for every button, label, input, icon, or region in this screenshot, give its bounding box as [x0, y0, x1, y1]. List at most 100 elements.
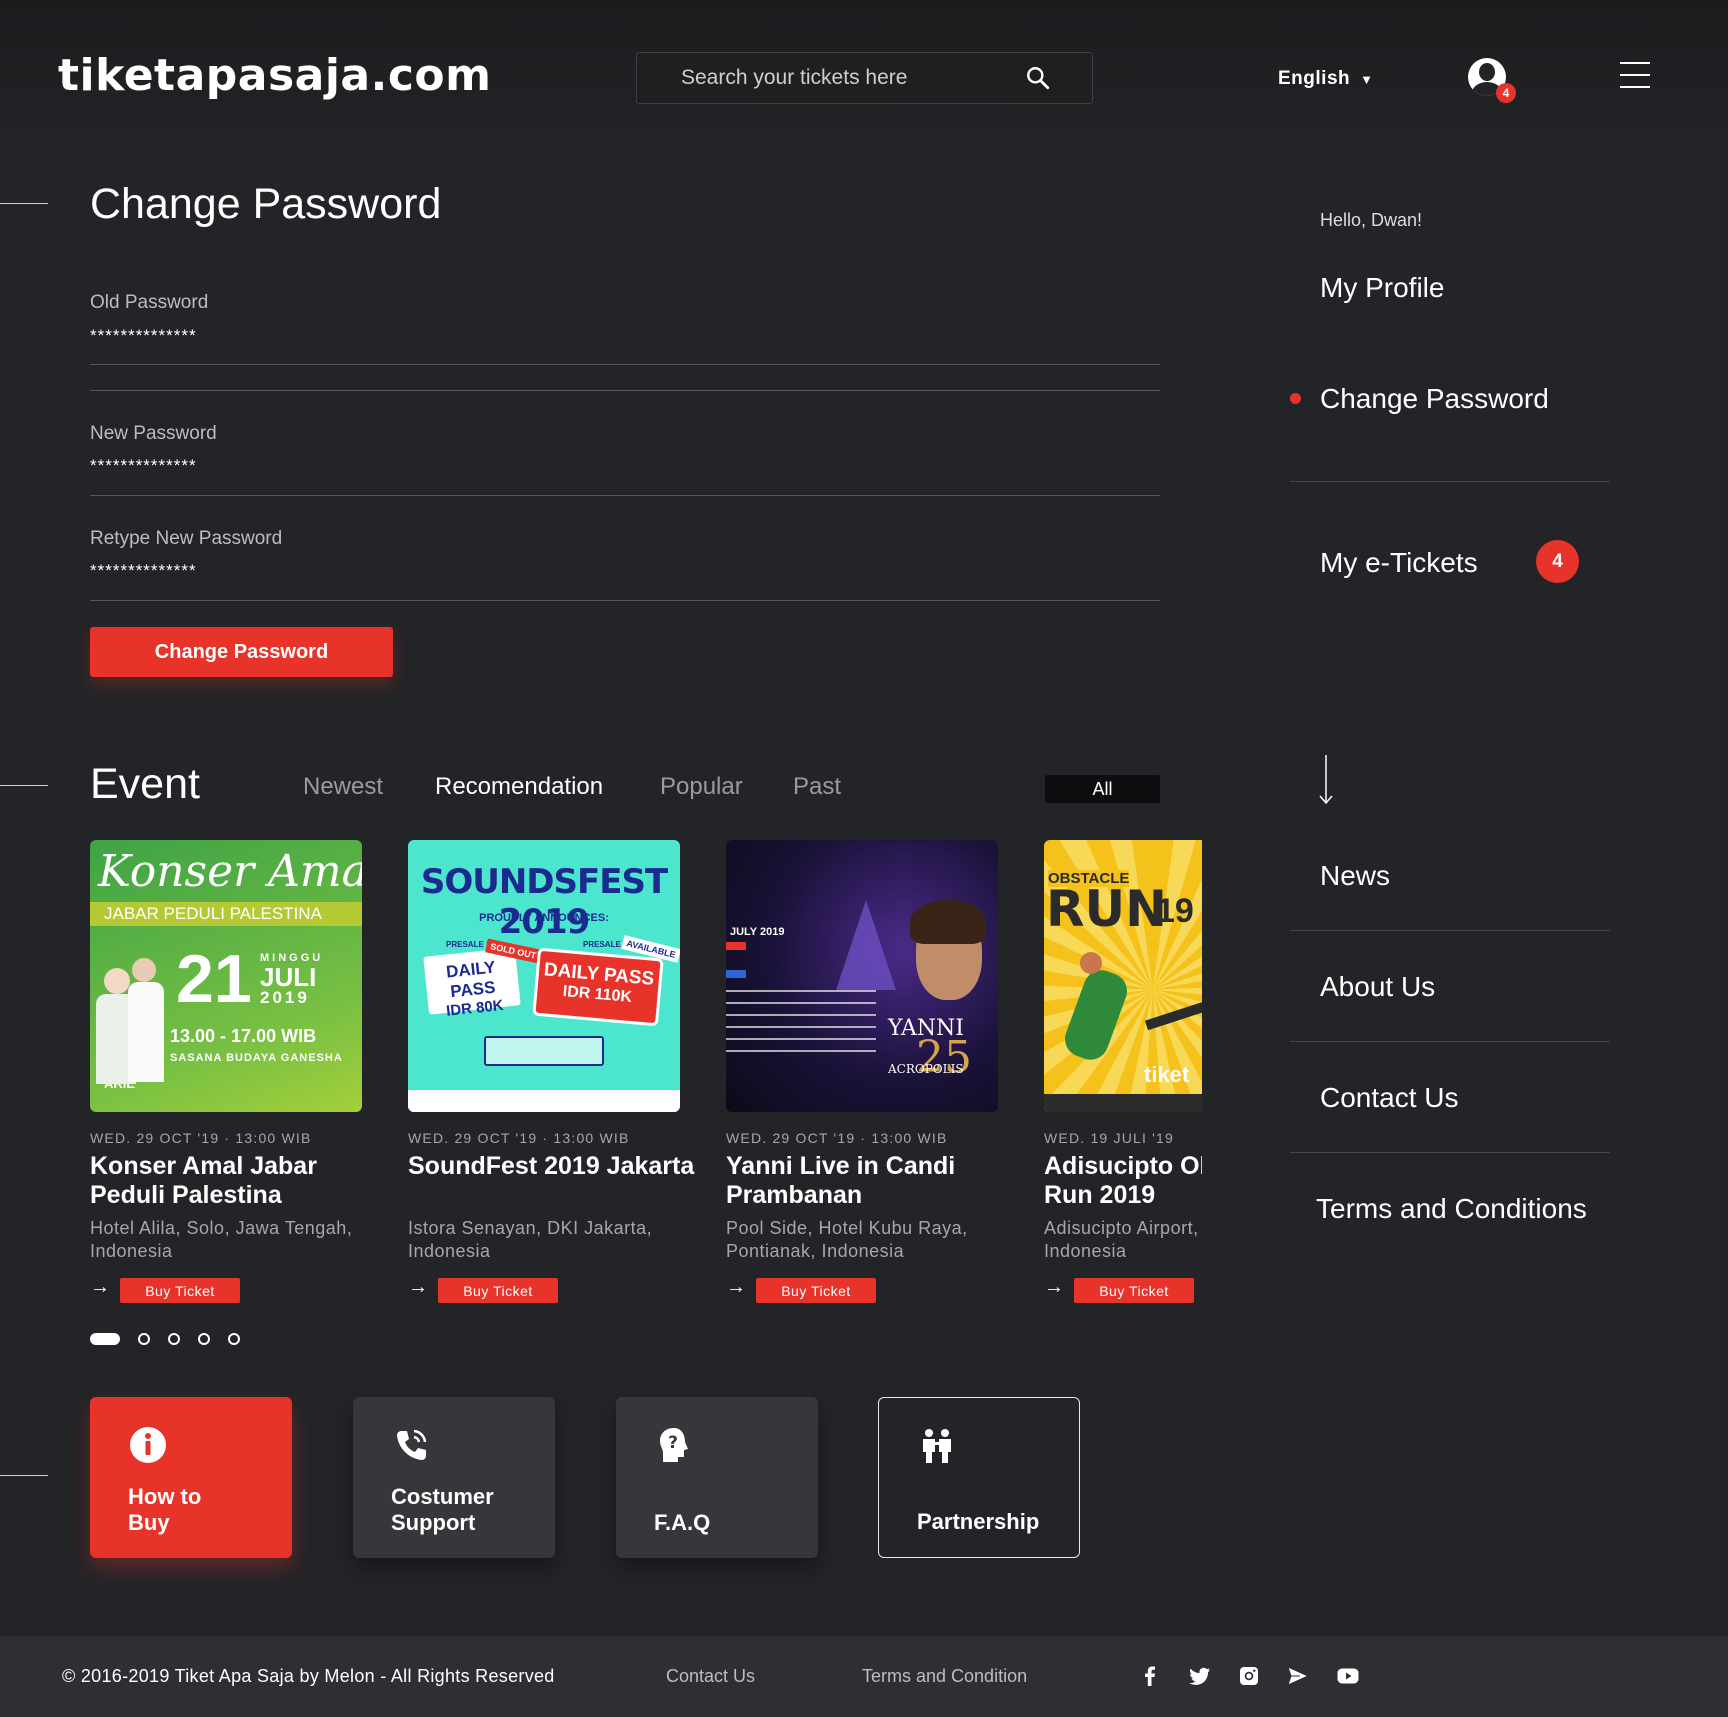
faq-tile[interactable]: ? F.A.Q	[616, 1397, 818, 1558]
event-title[interactable]: SoundFest 2019 Jakarta	[408, 1152, 698, 1181]
tile-label: Costumer Support	[391, 1484, 494, 1535]
search-box	[636, 52, 1093, 104]
divider	[90, 364, 1160, 365]
event-date: WED. 19 JULI '19	[1044, 1130, 1175, 1146]
site-logo[interactable]: tiketapasaja.com	[58, 50, 491, 101]
events-title: Event	[90, 760, 200, 808]
menu-item-my-profile[interactable]: My Profile	[1320, 272, 1444, 304]
section-marker	[0, 1475, 48, 1476]
poster-text: JULY 2019	[730, 926, 785, 938]
notification-badge: 4	[1496, 83, 1516, 103]
poster-text: tiket	[1144, 1062, 1190, 1087]
send-icon[interactable]	[1286, 1664, 1310, 1688]
pagination-dot[interactable]	[90, 1333, 120, 1345]
menu-item-contact-us[interactable]: Contact Us	[1320, 1082, 1459, 1114]
youtube-icon[interactable]	[1336, 1664, 1360, 1688]
event-poster[interactable]: SOUNDSFEST 2019 PROUDLY ANNOUNCES: PRESA…	[408, 840, 680, 1112]
menu-item-change-password[interactable]: Change Password	[1320, 383, 1549, 415]
how-to-buy-tile[interactable]: How to Buy	[90, 1397, 292, 1558]
event-date: WED. 29 OCT '19 · 13:00 WIB	[408, 1130, 630, 1146]
footer: © 2016-2019 Tiket Apa Saja by Melon - Al…	[0, 1636, 1728, 1717]
buy-ticket-button[interactable]: Buy Ticket	[756, 1278, 876, 1303]
facebook-icon[interactable]	[1138, 1664, 1162, 1688]
pagination-dot[interactable]	[228, 1333, 240, 1345]
divider	[1290, 930, 1610, 931]
footer-link-contact[interactable]: Contact Us	[666, 1666, 755, 1687]
tile-label: F.A.Q	[654, 1510, 711, 1535]
header: tiketapasaja.com English ▼ 4	[0, 0, 1728, 150]
buy-ticket-button[interactable]: Buy Ticket	[1074, 1278, 1194, 1303]
retype-password-label: Retype New Password	[90, 528, 283, 549]
page-title: Change Password	[90, 180, 442, 228]
copyright: © 2016-2019 Tiket Apa Saja by Melon - Al…	[62, 1666, 555, 1686]
poster-text: RUN	[1046, 880, 1167, 938]
event-carousel: Konser Amal JABAR PEDULI PALESTINA 21 MI…	[90, 840, 1202, 1320]
chevron-down-icon: ▼	[1360, 72, 1374, 87]
section-marker	[0, 785, 48, 786]
arrow-right-icon[interactable]: →	[90, 1276, 110, 1299]
etickets-badge: 4	[1536, 540, 1579, 583]
poster-text: 19	[1156, 892, 1194, 930]
footer-link-terms[interactable]: Terms and Condition	[862, 1666, 1027, 1687]
event-poster[interactable]: Konser Amal JABAR PEDULI PALESTINA 21 MI…	[90, 840, 362, 1112]
greeting: Hello, Dwan!	[1320, 210, 1423, 230]
event-date: WED. 29 OCT '19 · 13:00 WIB	[726, 1130, 948, 1146]
divider	[1290, 1152, 1610, 1153]
tile-label: How to Buy	[128, 1484, 202, 1535]
tile-label: Partnership	[917, 1509, 1040, 1534]
tab-past[interactable]: Past	[793, 773, 841, 801]
phone-icon	[397, 1429, 427, 1460]
arrow-down-icon	[1319, 755, 1333, 805]
change-password-button[interactable]: Change Password	[90, 627, 393, 677]
old-password-field[interactable]: **************	[90, 326, 197, 346]
arrow-right-icon[interactable]: →	[1044, 1276, 1064, 1299]
arrow-right-icon[interactable]: →	[726, 1276, 746, 1299]
language-selector[interactable]: English ▼	[1278, 68, 1374, 90]
event-date: WED. 29 OCT '19 · 13:00 WIB	[90, 1130, 312, 1146]
poster-text: 21	[176, 941, 252, 1017]
divider	[90, 495, 1160, 496]
svg-text:?: ?	[668, 1433, 678, 1453]
event-venue: Adisucipto Airport, Jawa-Tengah, Indones…	[1044, 1218, 1202, 1261]
divider	[1290, 481, 1610, 482]
poster-text: PRESALE 1	[446, 940, 491, 949]
search-icon[interactable]	[1025, 65, 1051, 91]
pagination-dot[interactable]	[198, 1333, 210, 1345]
instagram-icon[interactable]	[1237, 1664, 1261, 1688]
tab-recomendation[interactable]: Recomendation	[435, 773, 603, 801]
menu-item-news[interactable]: News	[1320, 860, 1390, 892]
buy-ticket-button[interactable]: Buy Ticket	[438, 1278, 558, 1303]
menu-item-about-us[interactable]: About Us	[1320, 971, 1435, 1003]
all-events-button[interactable]: All	[1045, 775, 1160, 803]
buy-ticket-button[interactable]: Buy Ticket	[120, 1278, 240, 1303]
hamburger-menu-icon[interactable]	[1620, 62, 1650, 90]
menu-item-terms[interactable]: Terms and Conditions	[1316, 1193, 1587, 1225]
event-title[interactable]: Yanni Live in Candi Prambanan	[726, 1152, 1016, 1210]
event-title[interactable]: Adisucipto Obstacle Run 2019	[1044, 1152, 1202, 1210]
poster-text: Konser Amal	[98, 846, 362, 897]
pagination-dot[interactable]	[168, 1333, 180, 1345]
search-input[interactable]	[681, 53, 1021, 103]
poster-text: 13.00 - 17.00 WIB	[170, 1026, 317, 1046]
people-icon	[923, 1429, 951, 1463]
poster-text: SOUNDSFEST 2019	[420, 862, 668, 942]
active-indicator	[1290, 393, 1301, 404]
tab-popular[interactable]: Popular	[660, 773, 743, 801]
tab-newest[interactable]: Newest	[303, 773, 383, 801]
partnership-tile[interactable]: Partnership	[878, 1397, 1080, 1558]
customer-support-tile[interactable]: Costumer Support	[353, 1397, 555, 1558]
event-poster[interactable]: JULY 2019 YANNI 25 ACROPOLIS	[726, 840, 998, 1112]
retype-password-field[interactable]: **************	[90, 561, 197, 581]
language-label: English	[1278, 68, 1351, 89]
menu-item-my-etickets[interactable]: My e-Tickets	[1320, 547, 1478, 579]
pagination-dot[interactable]	[138, 1333, 150, 1345]
event-title[interactable]: Konser Amal Jabar Peduli Palestina	[90, 1152, 380, 1210]
question-icon: ?	[660, 1428, 688, 1462]
divider	[90, 600, 1160, 601]
arrow-right-icon[interactable]: →	[408, 1276, 428, 1299]
event-poster[interactable]: OBSTACLE RUN 19 tiket	[1044, 840, 1202, 1112]
event-venue: Istora Senayan, DKI Jakarta, Indonesia	[408, 1218, 653, 1261]
twitter-icon[interactable]	[1188, 1664, 1212, 1688]
section-marker	[0, 203, 48, 204]
new-password-field[interactable]: **************	[90, 456, 197, 476]
